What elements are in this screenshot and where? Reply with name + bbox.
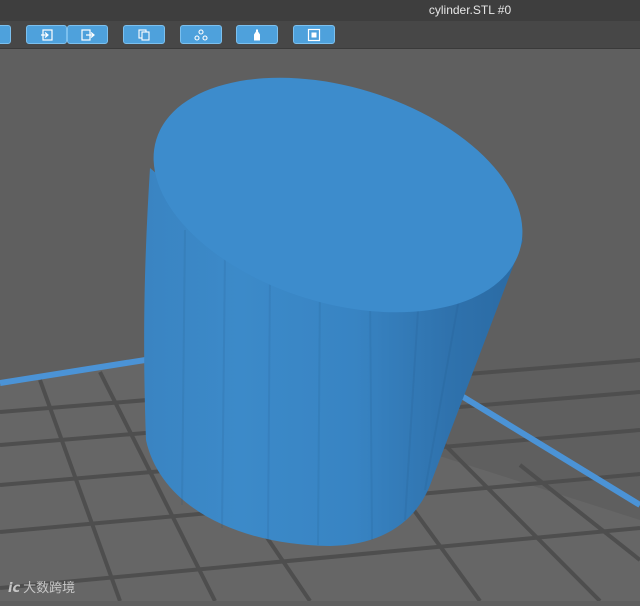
- watermark: ic 大数跨境: [8, 577, 75, 596]
- title-bar: cylinder.STL #0: [0, 0, 640, 21]
- partial-button[interactable]: [0, 25, 11, 44]
- export-icon: [80, 28, 95, 41]
- view-icon: [307, 28, 321, 41]
- export-button[interactable]: [67, 25, 108, 44]
- import-button[interactable]: [26, 25, 67, 44]
- layers-button[interactable]: [180, 25, 222, 44]
- toolbar: [0, 21, 640, 49]
- bottle-icon: [254, 29, 260, 40]
- import-icon: [40, 28, 53, 41]
- copy-icon: [138, 28, 150, 41]
- watermark-text: 大数跨境: [23, 581, 76, 596]
- watermark-logo: ic: [8, 581, 21, 596]
- view-button[interactable]: [293, 25, 335, 44]
- copy-button[interactable]: [123, 25, 165, 44]
- bottle-button[interactable]: [236, 25, 278, 44]
- window-title: cylinder.STL #0: [428, 3, 512, 17]
- scene: [0, 77, 640, 603]
- layers-icon: [194, 28, 208, 41]
- 3d-viewport[interactable]: [0, 48, 640, 603]
